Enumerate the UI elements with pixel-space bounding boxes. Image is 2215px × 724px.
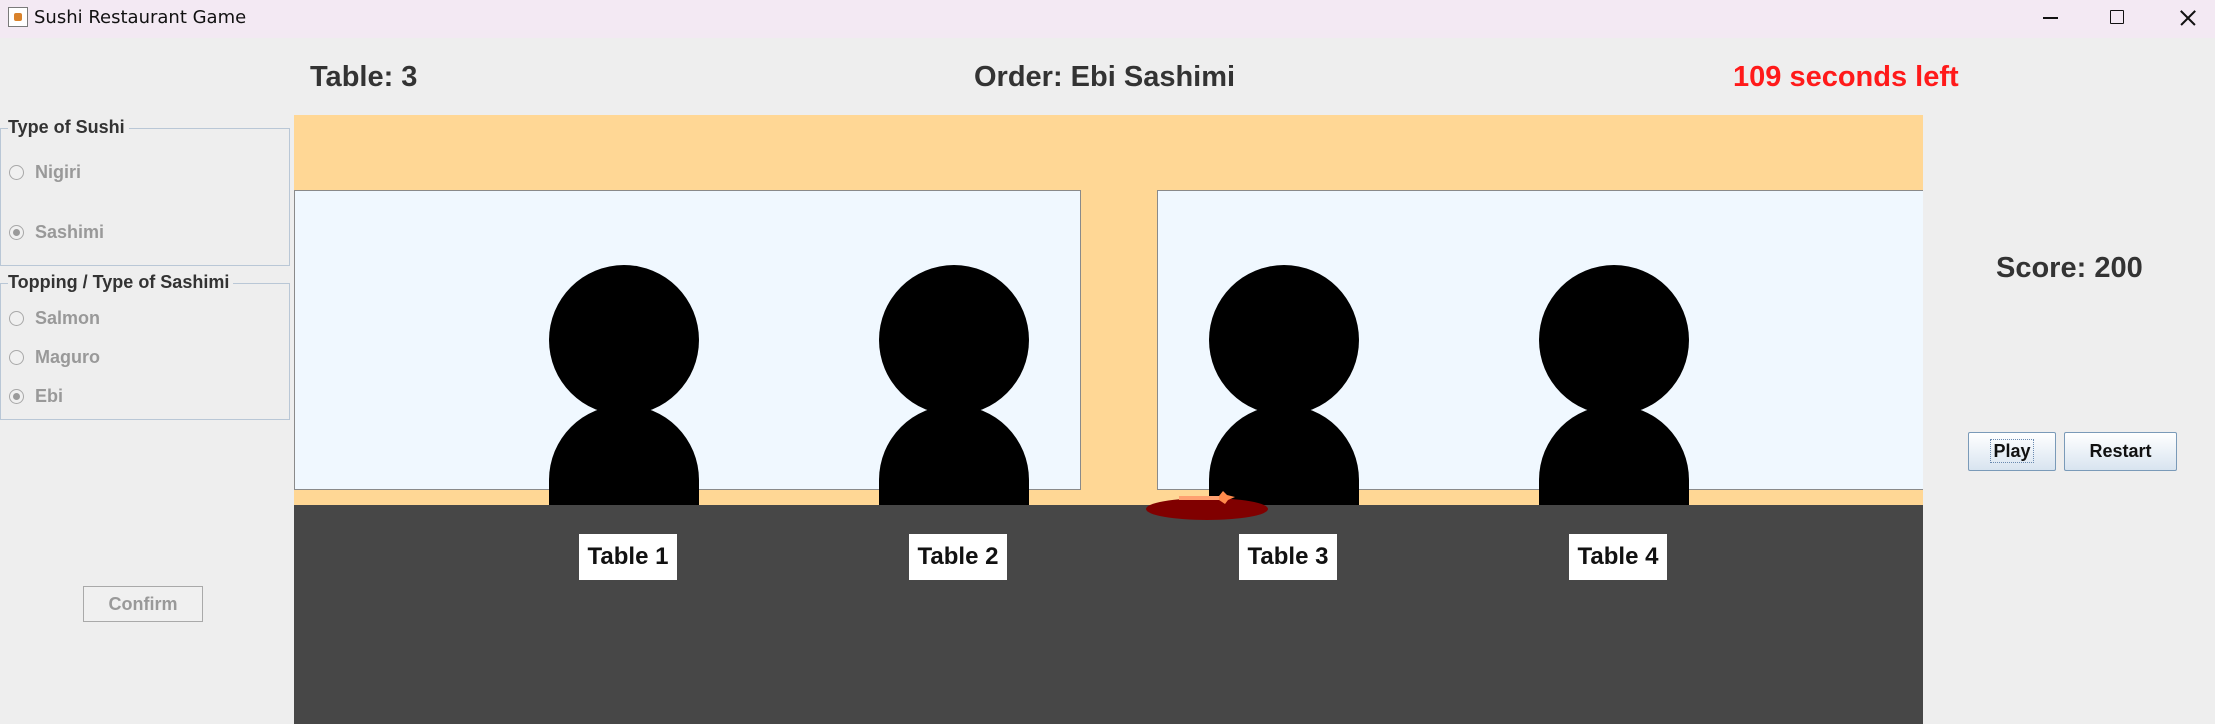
maximize-icon[interactable] bbox=[2082, 0, 2152, 36]
score-label: Score: 200 bbox=[1996, 252, 2143, 284]
customer-4 bbox=[1539, 265, 1689, 505]
radio-label: Sashimi bbox=[35, 222, 105, 242]
customer-1 bbox=[549, 265, 699, 505]
topping-title: Topping / Type of Sashimi bbox=[8, 272, 234, 293]
restaurant-scene: Table 1 Table 2 Table 3 Table 4 bbox=[294, 115, 1923, 724]
customer-head bbox=[549, 265, 699, 415]
table-label-4: Table 4 bbox=[1569, 534, 1667, 580]
customer-head bbox=[879, 265, 1029, 415]
window-title: Sushi Restaurant Game bbox=[34, 7, 247, 28]
customer-body bbox=[549, 405, 699, 505]
ebi-sashimi-icon bbox=[1179, 491, 1235, 504]
topping-group: Topping / Type of Sashimi Salmon Maguro … bbox=[0, 272, 290, 420]
sushi-type-group: Type of Sushi Nigiri Sashimi bbox=[0, 117, 290, 266]
table-label-3: Table 3 bbox=[1239, 534, 1337, 580]
radio-button-selected-icon[interactable] bbox=[9, 225, 24, 240]
customer-head bbox=[1539, 265, 1689, 415]
restart-button[interactable]: Restart bbox=[2064, 432, 2177, 471]
close-icon[interactable] bbox=[2152, 0, 2215, 36]
radio-button-selected-icon[interactable] bbox=[9, 389, 24, 404]
current-table-label: Table: 3 bbox=[310, 61, 418, 93]
radio-button-icon[interactable] bbox=[9, 350, 24, 365]
sushi-counter bbox=[294, 505, 1923, 724]
radio-label: Maguro bbox=[35, 347, 100, 367]
timer-label: 109 seconds left bbox=[1733, 61, 1959, 93]
order-label: Order: Ebi Sashimi bbox=[974, 61, 1236, 93]
sushi-type-title: Type of Sushi bbox=[8, 117, 129, 138]
radio-button-icon[interactable] bbox=[9, 165, 24, 180]
play-button[interactable]: Play bbox=[1968, 432, 2056, 471]
customer-3 bbox=[1209, 265, 1359, 505]
table-label-1: Table 1 bbox=[579, 534, 677, 580]
java-cup-icon bbox=[8, 7, 28, 27]
customer-body bbox=[879, 405, 1029, 505]
confirm-button[interactable]: Confirm bbox=[83, 586, 203, 622]
customer-head bbox=[1209, 265, 1359, 415]
customer-body bbox=[1209, 405, 1359, 505]
minimize-icon[interactable] bbox=[2015, 0, 2085, 36]
play-button-label: Play bbox=[1990, 439, 2034, 463]
table-label-2: Table 2 bbox=[909, 534, 1007, 580]
radio-button-icon[interactable] bbox=[9, 311, 24, 326]
customer-body bbox=[1539, 405, 1689, 505]
radio-label: Ebi bbox=[35, 386, 64, 406]
title-bar: Sushi Restaurant Game bbox=[0, 0, 2215, 38]
radio-label: Nigiri bbox=[35, 162, 82, 182]
customer-2 bbox=[879, 265, 1029, 505]
radio-label: Salmon bbox=[35, 308, 101, 328]
